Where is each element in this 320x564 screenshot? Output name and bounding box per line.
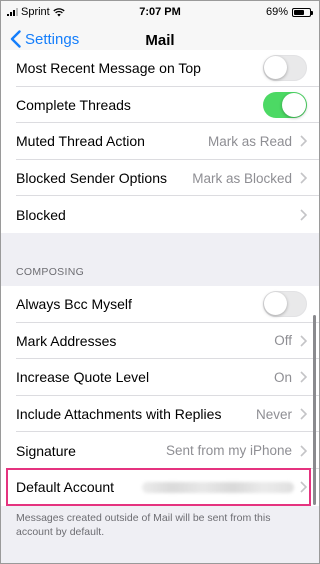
- row-label: Blocked: [16, 206, 66, 223]
- always-bcc-myself-toggle[interactable]: [263, 291, 307, 318]
- row-label: Muted Thread Action: [16, 133, 145, 150]
- battery-percent: 69%: [265, 6, 288, 18]
- row-always-bcc-myself: Always Bcc Myself: [1, 286, 319, 323]
- row-label: Signature: [16, 442, 76, 459]
- status-bar: Sprint 7:07 PM 69%: [1, 1, 319, 23]
- chevron-right-icon: [300, 209, 307, 221]
- row-value: Sent from my iPhone: [165, 443, 292, 459]
- row-increase-quote-level[interactable]: Increase Quote Level On: [1, 359, 319, 396]
- chevron-right-icon: [300, 335, 307, 347]
- chevron-right-icon: [300, 445, 307, 457]
- threading-group: Most Recent Message on Top Complete Thre…: [1, 50, 319, 233]
- highlight-box: [6, 468, 311, 506]
- row-mark-addresses[interactable]: Mark Addresses Off: [1, 323, 319, 360]
- chevron-right-icon: [300, 135, 307, 148]
- row-blocked-sender-options[interactable]: Blocked Sender Options Mark as Blocked: [1, 160, 319, 197]
- row-blocked[interactable]: Blocked: [1, 196, 319, 233]
- scrollbar[interactable]: [313, 315, 316, 505]
- section-header-composing: COMPOSING: [16, 266, 85, 278]
- row-value: Off: [274, 333, 292, 349]
- row-label: Blocked Sender Options: [16, 170, 167, 187]
- chevron-right-icon: [300, 371, 307, 384]
- row-label: Mark Addresses: [16, 332, 117, 349]
- row-muted-thread-action[interactable]: Muted Thread Action Mark as Read: [1, 123, 319, 160]
- most-recent-on-top-toggle[interactable]: [263, 55, 307, 82]
- row-value: Mark as Read: [207, 133, 292, 149]
- page-title: Mail: [145, 32, 175, 49]
- chevron-right-icon: [300, 408, 307, 420]
- chevron-right-icon: [300, 172, 307, 184]
- settings-screen: Sprint 7:07 PM 69% Settings Mail Most Re…: [0, 0, 320, 564]
- status-right: 69%: [265, 6, 313, 18]
- row-label: Always Bcc Myself: [16, 296, 132, 313]
- row-signature[interactable]: Signature Sent from my iPhone: [1, 432, 319, 469]
- row-value: On: [273, 369, 292, 385]
- default-account-footer-note: Messages created outside of Mail will be…: [16, 512, 271, 538]
- row-most-recent-on-top: Most Recent Message on Top: [1, 50, 319, 87]
- complete-threads-toggle[interactable]: [263, 91, 307, 118]
- row-include-attachments[interactable]: Include Attachments with Replies Never: [1, 396, 319, 433]
- battery-icon: [292, 7, 313, 17]
- row-label: Complete Threads: [16, 96, 131, 113]
- row-complete-threads: Complete Threads: [1, 87, 319, 124]
- row-value: Never: [255, 406, 292, 422]
- row-label: Include Attachments with Replies: [16, 406, 222, 423]
- row-label: Most Recent Message on Top: [16, 60, 201, 77]
- row-label: Increase Quote Level: [16, 369, 150, 386]
- row-value: Mark as Blocked: [192, 170, 292, 186]
